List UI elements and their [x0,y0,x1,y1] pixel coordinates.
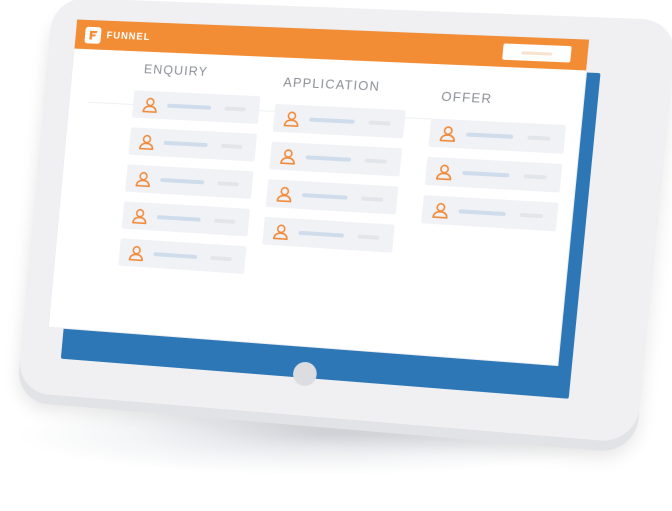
column-title-enquiry: ENQUIRY [143,61,209,79]
candidate-card[interactable] [131,90,261,124]
card-name-placeholder [160,177,205,185]
card-name-placeholder [462,170,510,178]
stage: FUNNEL ENQUIRY APPLICATION OFFER [0,0,672,511]
card-name-placeholder [466,132,514,139]
candidate-card[interactable] [272,103,406,139]
f-logo-icon [84,26,102,44]
header-action-button[interactable] [502,43,572,63]
card-detail-placeholder [357,234,380,240]
person-icon [275,185,294,204]
candidate-card[interactable] [421,195,559,232]
person-icon [431,201,451,220]
candidate-card[interactable] [428,118,567,154]
card-name-placeholder [305,155,352,162]
app-title: FUNNEL [106,29,151,43]
card-detail-placeholder [361,196,384,202]
person-icon [282,109,301,128]
candidate-card[interactable] [121,201,250,237]
tablet-screen: FUNNEL ENQUIRY APPLICATION OFFER [48,19,590,365]
card-detail-placeholder [220,143,243,149]
column-title-application: APPLICATION [282,74,381,94]
card-detail-placeholder [527,135,551,141]
person-icon [127,244,146,263]
tablet-device: FUNNEL ENQUIRY APPLICATION OFFER [16,0,672,444]
card-name-placeholder [458,209,506,217]
person-icon [438,124,458,143]
card-name-placeholder [153,252,198,259]
card-detail-placeholder [519,212,543,219]
home-button[interactable] [292,361,318,387]
card-name-placeholder [298,230,344,238]
candidate-card[interactable] [128,127,258,162]
candidate-card[interactable] [269,141,403,177]
person-icon [141,96,160,114]
kanban-board: ENQUIRY APPLICATION OFFER [49,49,586,365]
candidate-card[interactable] [118,238,247,274]
card-name-placeholder [301,193,348,200]
candidate-card[interactable] [265,179,399,215]
card-detail-placeholder [213,218,236,224]
person-icon [279,147,298,166]
column-title-offer: OFFER [440,88,493,107]
card-name-placeholder [167,103,212,110]
card-detail-placeholder [224,106,246,112]
header-button-placeholder [521,51,553,56]
person-icon [131,207,150,226]
person-icon [434,162,454,181]
person-icon [137,133,156,151]
card-detail-placeholder [210,255,232,262]
card-name-placeholder [163,140,208,148]
person-icon [134,170,153,189]
person-icon [271,222,290,241]
card-detail-placeholder [368,120,391,126]
card-detail-placeholder [523,174,547,180]
candidate-card[interactable] [125,164,254,200]
candidate-card[interactable] [262,216,395,253]
card-detail-placeholder [364,158,387,164]
candidate-card[interactable] [424,156,563,193]
card-name-placeholder [309,117,355,124]
card-detail-placeholder [217,181,239,187]
card-name-placeholder [156,215,201,222]
